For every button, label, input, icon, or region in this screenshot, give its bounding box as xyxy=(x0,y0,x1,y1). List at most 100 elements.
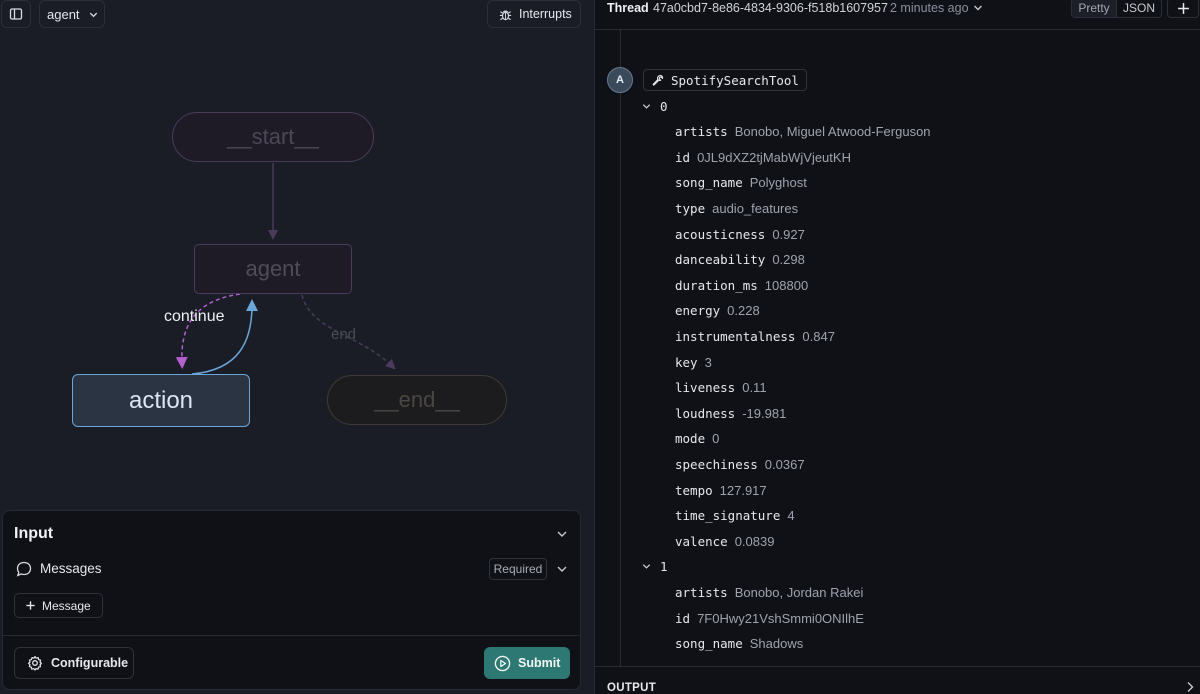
tree-group-row[interactable]: 0 xyxy=(641,97,668,115)
node-end[interactable]: __end__ xyxy=(327,375,507,425)
chevron-down-icon xyxy=(642,103,651,109)
field-key: liveness xyxy=(675,380,736,396)
field-key: artists xyxy=(675,124,728,140)
toggle-sidebar-button[interactable] xyxy=(1,0,31,28)
field-key: loudness xyxy=(675,405,736,421)
new-thread-button[interactable] xyxy=(1167,0,1199,18)
field-value: 7F0Hwy21VshSmmi0ONIlhE xyxy=(697,610,864,626)
chevron-down-icon[interactable] xyxy=(972,2,984,14)
interrupts-button[interactable]: Interrupts xyxy=(487,0,581,28)
tree-group-row[interactable]: 1 xyxy=(641,558,668,576)
tree-field-row: mode 0 xyxy=(675,430,719,448)
field-value: 0.0367 xyxy=(764,456,805,472)
thread-time: 2 minutes ago xyxy=(890,1,969,15)
field-key: valence xyxy=(675,533,728,549)
required-badge: Required xyxy=(489,558,547,580)
message-bubble-icon xyxy=(16,561,32,577)
node-agent[interactable]: agent xyxy=(194,244,352,294)
field-value: 4 xyxy=(787,508,795,524)
graph-canvas[interactable]: __start__ agent action __end__ continue … xyxy=(0,30,594,508)
field-key: song_name xyxy=(675,175,743,191)
field-value: Shadows xyxy=(749,636,804,652)
field-key: key xyxy=(675,354,698,370)
submit-button[interactable]: Submit xyxy=(484,647,570,679)
field-key: danceability xyxy=(675,252,766,268)
edge-label-end: end xyxy=(331,326,357,343)
field-key: artists xyxy=(675,584,728,600)
view-json-button[interactable]: JSON xyxy=(1117,0,1161,17)
output-label: OUTPUT xyxy=(607,682,657,694)
tree-field-row: song_name Polyghost xyxy=(675,174,807,192)
field-key: song_name xyxy=(675,636,743,652)
plus-icon xyxy=(1177,2,1189,14)
chevron-down-icon[interactable] xyxy=(555,527,569,541)
plus-icon xyxy=(26,601,35,610)
add-message-button[interactable]: Message xyxy=(14,593,103,618)
node-action[interactable]: action xyxy=(72,374,250,427)
field-key: duration_ms xyxy=(675,277,758,293)
configurable-label: Configurable xyxy=(51,656,129,670)
graph-select[interactable]: agent xyxy=(39,0,105,28)
edge-label-continue: continue xyxy=(164,308,225,325)
field-value: 0.847 xyxy=(802,328,835,344)
field-key: speechiness xyxy=(675,456,758,472)
input-title: Input xyxy=(14,525,54,542)
field-value: 0.228 xyxy=(727,303,760,319)
field-value: 0.298 xyxy=(772,252,805,268)
chevron-down-icon[interactable] xyxy=(555,562,569,576)
field-value: audio_features xyxy=(712,200,799,216)
tree-field-row: id 0JL9dXZ2tjMabWjVjeutKH xyxy=(675,148,851,166)
tree-field-row: artists Bonobo, Jordan Rakei xyxy=(675,583,863,601)
tree-group-index: 1 xyxy=(660,559,668,575)
field-value: 0JL9dXZ2tjMabWjVjeutKH xyxy=(697,149,851,165)
field-value: Polyghost xyxy=(749,175,807,191)
panel-divider xyxy=(3,635,580,636)
tree-field-row: instrumentalness 0.847 xyxy=(675,327,835,345)
field-key: energy xyxy=(675,303,721,319)
graph-pane: agent Interrupts __start__ agent action … xyxy=(0,0,594,694)
tree-field-row: artists Bonobo, Miguel Atwood-Ferguson xyxy=(675,123,931,141)
timeline-rail xyxy=(620,30,621,666)
tree-field-row: song_name Shadows xyxy=(675,635,803,653)
tree-field-row: loudness -19.981 xyxy=(675,404,786,422)
tree-field-row: acousticness 0.927 xyxy=(675,225,805,243)
field-value: 0 xyxy=(712,431,720,447)
tree-field-row: speechiness 0.0367 xyxy=(675,455,805,473)
chevron-down-icon xyxy=(642,564,651,570)
field-key: tempo xyxy=(675,482,713,498)
tree-field-row: id 7F0Hwy21VshSmmi0ONIlhE xyxy=(675,609,864,627)
field-key: acousticness xyxy=(675,226,766,242)
view-toggle: Pretty JSON xyxy=(1071,0,1162,18)
output-section[interactable]: OUTPUT xyxy=(595,666,1200,694)
tree-field-row: duration_ms 108800 xyxy=(675,276,808,294)
app-root: agent Interrupts __start__ agent action … xyxy=(0,0,1200,694)
edge-agent-action xyxy=(175,293,241,369)
tree-field-row: energy 0.228 xyxy=(675,302,760,320)
view-pretty-button[interactable]: Pretty xyxy=(1072,0,1117,17)
tool-chip[interactable]: SpotifySearchTool xyxy=(643,69,807,91)
thread-header: Thread 47a0cbd7-8e86-4834-9306-f518b1607… xyxy=(595,0,1200,30)
thread-id[interactable]: 47a0cbd7-8e86-4834-9306-f518b1607957 xyxy=(653,1,888,15)
configurable-button[interactable]: Configurable xyxy=(14,647,134,679)
bug-icon xyxy=(499,9,512,20)
thread-label: Thread xyxy=(607,1,649,15)
node-start[interactable]: __start__ xyxy=(172,112,374,162)
sidebar-icon xyxy=(9,8,23,20)
tree-group-index: 0 xyxy=(660,98,668,114)
input-panel: Input Messages Required Message Configur… xyxy=(2,510,581,690)
play-circle-icon xyxy=(494,655,511,671)
avatar: A xyxy=(607,67,633,93)
messages-label: Messages xyxy=(40,561,102,576)
tree-field-row: type audio_features xyxy=(675,199,798,217)
submit-label: Submit xyxy=(518,656,561,670)
field-key: time_signature xyxy=(675,508,781,524)
field-key: mode xyxy=(675,431,706,447)
field-value: 108800 xyxy=(764,277,809,293)
field-value: 0.927 xyxy=(772,226,805,242)
tree-field-row: valence 0.0839 xyxy=(675,532,774,550)
graph-toolbar: agent Interrupts xyxy=(0,0,594,29)
field-value: 127.917 xyxy=(719,482,767,498)
tree-field-row: tempo 127.917 xyxy=(675,481,767,499)
tool-name: SpotifySearchTool xyxy=(671,72,799,88)
field-key: id xyxy=(675,149,691,165)
